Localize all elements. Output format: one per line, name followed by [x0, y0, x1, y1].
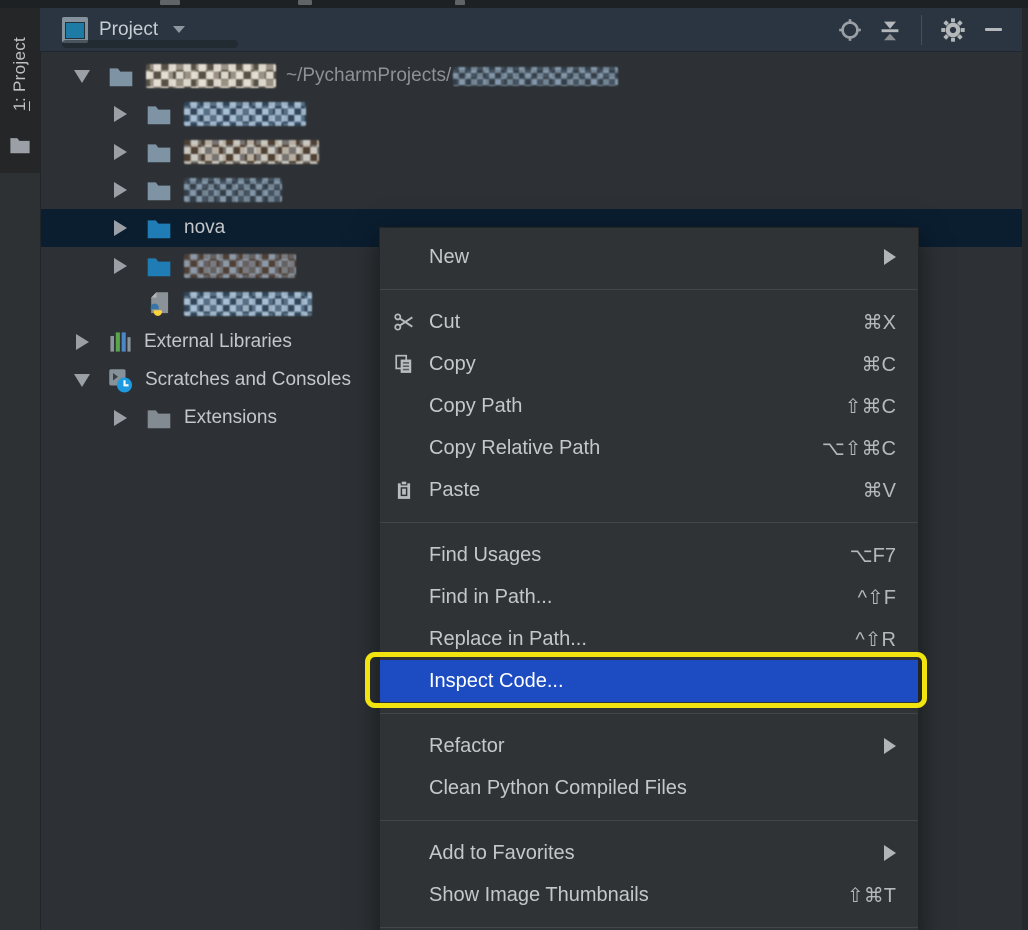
redacted-folder-name: [184, 178, 282, 202]
redacted-folder-name: [184, 254, 296, 278]
project-view-icon: [62, 16, 88, 43]
scratches-and-consoles-icon: [108, 368, 133, 393]
chevron-down-icon: [173, 26, 186, 33]
menu-item-find-in-path[interactable]: Find in Path... ^⇧F: [380, 576, 918, 618]
menu-item-replace-in-path[interactable]: Replace in Path... ^⇧R: [380, 618, 918, 660]
locate-icon: [839, 18, 861, 41]
folder-icon: [146, 408, 172, 429]
menu-item-find-usages[interactable]: Find Usages ⌥F7: [380, 534, 918, 576]
redacted-folder-name: [184, 102, 306, 126]
panel-right-edge: [1022, 8, 1028, 930]
folder-icon: [9, 136, 31, 154]
tree-row-folder[interactable]: [40, 171, 1028, 209]
folder-icon: [146, 256, 172, 277]
toolbar-shadow-artifact: [62, 40, 238, 48]
redacted-file-name: [184, 292, 312, 316]
folder-icon: [146, 142, 172, 163]
menu-item-clean-python-compiled-files[interactable]: Clean Python Compiled Files: [380, 767, 918, 809]
tree-row-project-root[interactable]: ~/PycharmProjects/: [40, 57, 1028, 95]
scissors-icon: [394, 312, 420, 332]
menu-item-inspect-code[interactable]: Inspect Code...: [380, 660, 918, 702]
window-top-edge: [0, 0, 1028, 8]
menu-item-copy-path[interactable]: Copy Path ⇧⌘C: [380, 385, 918, 427]
folder-icon: [146, 218, 172, 239]
tree-item-label: External Libraries: [144, 331, 292, 352]
submenu-arrow-icon: [884, 249, 896, 265]
top-edge-artifact: [455, 0, 465, 5]
menu-item-copy-relative-path[interactable]: Copy Relative Path ⌥⇧⌘C: [380, 427, 918, 469]
expand-arrow-icon[interactable]: [108, 144, 132, 160]
expand-arrow-icon[interactable]: [70, 334, 94, 350]
project-path: ~/PycharmProjects/: [286, 65, 452, 86]
toolbar-separator: [921, 14, 922, 45]
menu-separator: [380, 289, 918, 290]
collapse-all-icon: [881, 21, 899, 40]
copy-icon: [394, 354, 420, 374]
menu-item-new[interactable]: New: [380, 236, 918, 278]
tree-item-label: nova: [184, 217, 226, 238]
collapse-arrow-icon[interactable]: [70, 69, 94, 83]
tree-item-label: Scratches and Consoles: [145, 369, 351, 390]
expand-arrow-icon[interactable]: [108, 220, 132, 236]
menu-item-copy[interactable]: Copy ⌘C: [380, 343, 918, 385]
expand-arrow-icon[interactable]: [108, 182, 132, 198]
hide-icon: [984, 28, 1002, 31]
expand-arrow-icon[interactable]: [108, 106, 132, 122]
toolbar-title: Project: [99, 18, 159, 40]
top-edge-artifact: [160, 0, 180, 5]
folder-icon: [146, 104, 172, 125]
redacted-path-segment: [453, 66, 619, 86]
settings-button[interactable]: [940, 17, 966, 43]
pycharm-project-panel: 1: Project Project ~/PycharmProjects/ no…: [0, 0, 1028, 930]
collapse-arrow-icon[interactable]: [70, 373, 94, 387]
menu-item-cut[interactable]: Cut ⌘X: [380, 301, 918, 343]
menu-separator: [380, 713, 918, 714]
tool-window-tab-project[interactable]: 1: Project: [0, 8, 40, 173]
hide-tool-window-button[interactable]: [980, 17, 1006, 43]
folder-icon: [146, 180, 172, 201]
submenu-arrow-icon: [884, 738, 896, 754]
project-view-selector[interactable]: Project: [62, 16, 186, 43]
tree-item-label: Extensions: [184, 407, 277, 428]
menu-separator: [380, 522, 918, 523]
tool-window-stripe: 1: Project: [0, 8, 41, 930]
expand-arrow-icon[interactable]: [108, 258, 132, 274]
tree-row-folder[interactable]: [40, 133, 1028, 171]
gear-icon: [941, 17, 965, 42]
menu-item-paste[interactable]: Paste ⌘V: [380, 469, 918, 511]
menu-item-show-image-thumbnails[interactable]: Show Image Thumbnails ⇧⌘T: [380, 874, 918, 916]
redacted-project-name: [146, 64, 276, 88]
locate-button[interactable]: [837, 17, 863, 43]
context-menu: New Cut ⌘X Copy ⌘C Copy Path ⇧⌘C Copy Re…: [379, 227, 919, 930]
python-file-icon: [146, 291, 172, 317]
expand-arrow-icon[interactable]: [108, 410, 132, 426]
menu-separator: [380, 927, 918, 928]
submenu-arrow-icon: [884, 845, 896, 861]
menu-separator: [380, 820, 918, 821]
tool-window-tab-label: 1: Project: [10, 36, 29, 112]
folder-icon: [108, 66, 134, 87]
redacted-folder-name: [184, 140, 319, 164]
collapse-all-button[interactable]: [877, 17, 903, 43]
menu-item-add-to-favorites[interactable]: Add to Favorites: [380, 832, 918, 874]
external-libraries-icon: [108, 330, 132, 354]
menu-item-refactor[interactable]: Refactor: [380, 725, 918, 767]
tree-row-folder[interactable]: [40, 95, 1028, 133]
top-edge-artifact: [298, 0, 312, 5]
paste-icon: [394, 480, 420, 500]
